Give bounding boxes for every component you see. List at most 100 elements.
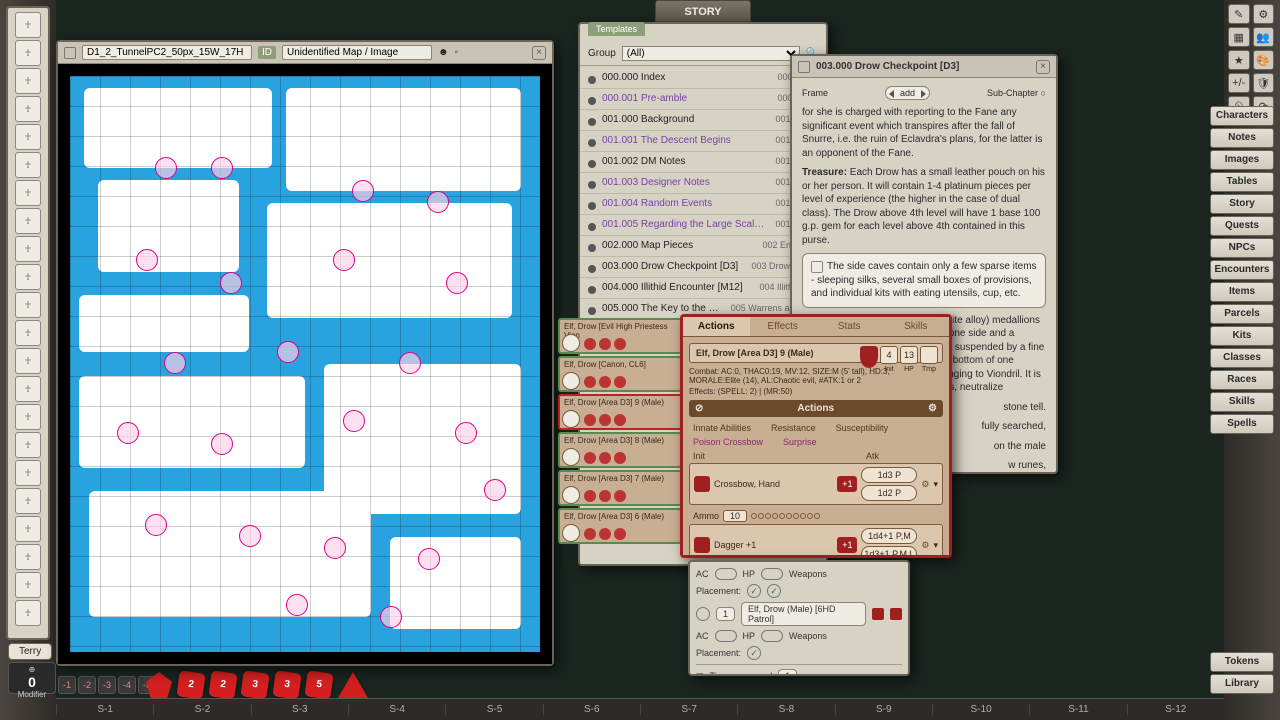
turn-token[interactable]: ☥	[15, 432, 41, 458]
hotbar-slot[interactable]: S-9	[835, 704, 932, 715]
turn-token[interactable]: ☥	[15, 572, 41, 598]
turn-token[interactable]: ☥	[15, 404, 41, 430]
weapon-row[interactable]: Crossbow, Hand +1 1d3 P 1d2 P ⚙ ▾	[689, 463, 943, 505]
sidebar-item[interactable]: Tables	[1210, 172, 1274, 192]
npc-name[interactable]: Elf, Drow (Male) [6HD Patrol]	[741, 602, 866, 626]
status-icon[interactable]	[599, 490, 611, 502]
hotbar-slot[interactable]: S-7	[640, 704, 737, 715]
damage-button[interactable]: 1d4+1 P,M	[861, 528, 917, 544]
count-field[interactable]: 1	[716, 607, 735, 621]
d20-die[interactable]	[146, 672, 172, 698]
npc-token[interactable]	[352, 180, 374, 202]
status-icon[interactable]	[599, 338, 611, 350]
turn-token[interactable]: ☥	[15, 236, 41, 262]
turn-order[interactable]: for(let i=0;i<22;i++)document.write('<di…	[6, 6, 50, 640]
hp-box[interactable]: 13	[900, 346, 918, 364]
status-icon[interactable]	[614, 376, 626, 388]
npc-token[interactable]	[136, 249, 158, 271]
tab[interactable]: Skills	[883, 317, 950, 336]
pin-icon[interactable]: ◦	[455, 47, 459, 58]
sidebar-item[interactable]: Story	[1210, 194, 1274, 214]
check-icon[interactable]: ✓	[767, 584, 781, 598]
ct-entry[interactable]: Elf, Drow [Evil High Priestess Vion	[558, 318, 682, 354]
turn-token[interactable]: ☥	[15, 12, 41, 38]
check-icon[interactable]: ✓	[747, 646, 761, 660]
portrait-icon[interactable]	[696, 607, 710, 621]
status-icon[interactable]	[599, 376, 611, 388]
check-icon[interactable]: ✓	[747, 584, 761, 598]
map-canvas[interactable]: const tks=[[18,14],[30,14],[60,18],[76,2…	[70, 76, 540, 652]
tool-button[interactable]: 🎨	[1253, 50, 1275, 70]
npc-token[interactable]	[455, 422, 477, 444]
modifier-preset[interactable]: -2	[78, 676, 96, 694]
actions-section-header[interactable]: ⊘Actions⚙	[689, 400, 943, 417]
die-icon[interactable]	[694, 537, 710, 553]
npc-token[interactable]	[117, 422, 139, 444]
status-icon[interactable]	[614, 338, 626, 350]
id-button[interactable]: ID	[258, 46, 276, 59]
npc-token[interactable]	[333, 249, 355, 271]
times-field[interactable]: 1	[778, 669, 797, 674]
npc-token[interactable]	[484, 479, 506, 501]
turn-token[interactable]: ☥	[15, 264, 41, 290]
story-header[interactable]: STORY	[655, 0, 751, 22]
init-box[interactable]: 4	[880, 346, 898, 364]
turn-token[interactable]: ☥	[15, 516, 41, 542]
turn-token[interactable]: ☥	[15, 96, 41, 122]
hotbar-slot[interactable]: S-10	[932, 704, 1029, 715]
ct-entry[interactable]: Elf, Drow [Area D3] 9 (Male)	[558, 394, 682, 430]
modifier-box[interactable]: ⊕ 0 Modifier	[8, 662, 56, 694]
poly-die[interactable]: 2	[176, 670, 205, 699]
hotbar-slot[interactable]: S-1	[56, 704, 153, 715]
map-filename-input[interactable]	[82, 45, 252, 60]
hotbar-slot[interactable]: S-11	[1029, 704, 1126, 715]
sidebar-item[interactable]: NPCs	[1210, 238, 1274, 258]
sidebar-item[interactable]: Races	[1210, 370, 1274, 390]
ammo-row[interactable]: Ammo 10 for(let i=0;i<10;i++)document.wr…	[689, 508, 943, 524]
poly-die[interactable]: 3	[240, 670, 269, 699]
status-icon[interactable]	[599, 414, 611, 426]
status-icon[interactable]	[584, 452, 596, 464]
turn-token[interactable]: ☥	[15, 544, 41, 570]
sidebar-item[interactable]: Encounters	[1210, 260, 1274, 280]
attack-button[interactable]: +1	[837, 537, 857, 553]
status-icon[interactable]	[614, 528, 626, 540]
sidebar-item[interactable]: Items	[1210, 282, 1274, 302]
modifier-preset[interactable]: -4	[118, 676, 136, 694]
tool-button[interactable]: 👥	[1253, 27, 1275, 47]
poly-die[interactable]: 3	[272, 670, 301, 699]
sidebar-item[interactable]: Quests	[1210, 216, 1274, 236]
sidebar-item[interactable]: Images	[1210, 150, 1274, 170]
npc-token[interactable]	[418, 548, 440, 570]
hotbar-slot[interactable]: S-12	[1127, 704, 1224, 715]
sidebar-item[interactable]: Classes	[1210, 348, 1274, 368]
mail-icon[interactable]: ✉	[696, 671, 704, 675]
modifier-preset[interactable]: -1	[58, 676, 76, 694]
damage-button[interactable]: 1d3+1 P,M,L	[861, 546, 917, 555]
damage-button[interactable]: 1d3 P	[861, 467, 917, 483]
turn-token[interactable]: ☥	[15, 180, 41, 206]
ct-entry[interactable]: Elf, Drow [Area D3] 8 (Male)	[558, 432, 682, 468]
gear-icon[interactable]: ⚙	[928, 403, 937, 414]
npc-token[interactable]	[145, 514, 167, 536]
turn-token[interactable]: ☥	[15, 488, 41, 514]
tool-button[interactable]: ✎	[1228, 4, 1250, 24]
tool-button[interactable]: ⚙	[1253, 4, 1275, 24]
status-icon[interactable]	[599, 452, 611, 464]
encounter-panel[interactable]: AC HP Weapons Placement: ✓ ✓ 1 Elf, Drow…	[688, 560, 910, 676]
npc-token[interactable]	[155, 157, 177, 179]
turn-token[interactable]: ☥	[15, 208, 41, 234]
link-icon[interactable]	[798, 61, 810, 73]
gear-icon[interactable]: ⚙	[921, 479, 929, 490]
tool-button[interactable]: ▦	[1228, 27, 1250, 47]
poly-die[interactable]: 2	[208, 670, 237, 699]
gear-icon[interactable]: ⚙	[921, 540, 929, 551]
turn-token[interactable]: ☥	[15, 376, 41, 402]
ct-entry[interactable]: Elf, Drow [Canon, CL6]	[558, 356, 682, 392]
tab[interactable]: Actions	[683, 317, 750, 336]
damage-button[interactable]: 1d2 P	[861, 485, 917, 501]
map-window[interactable]: ID ☻ ◦ × const tks=[[18,14],[30,14],[60,…	[56, 40, 554, 666]
chevron-down-icon[interactable]: ▾	[933, 479, 938, 490]
turn-token[interactable]: ☥	[15, 124, 41, 150]
tool-button[interactable]: ★	[1228, 50, 1250, 70]
